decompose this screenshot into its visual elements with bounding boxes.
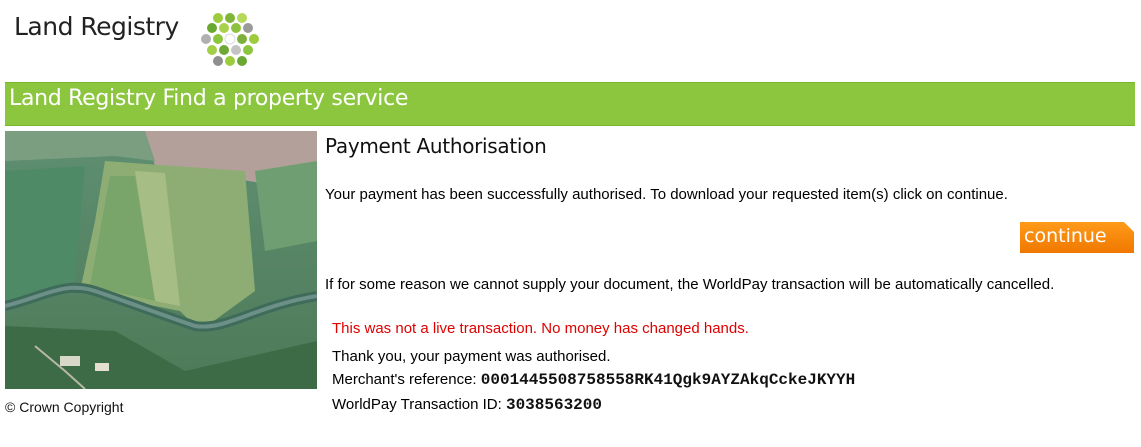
page-title: Payment Authorisation [325, 134, 547, 158]
thank-you-message: Thank you, your payment was authorised. [332, 348, 611, 365]
success-message: Your payment has been successfully autho… [325, 186, 1008, 203]
aerial-landscape-photo-icon [5, 131, 317, 389]
service-banner: Land Registry Find a property service [5, 82, 1135, 126]
hexagon-cluster-logo-icon [201, 13, 259, 66]
cancel-message: If for some reason we cannot supply your… [325, 276, 1055, 293]
transaction-id-label: WorldPay Transaction ID: [332, 396, 506, 413]
merchant-reference-label: Merchant's reference: [332, 371, 481, 388]
transaction-id-value: 3038563200 [505, 396, 602, 414]
button-corner-decoration [1124, 222, 1134, 232]
logo-text: Land Registry [14, 12, 179, 41]
test-transaction-notice: This was not a live transaction. No mone… [332, 320, 749, 337]
copyright-text: © Crown Copyright [5, 399, 124, 415]
banner-title: Land Registry Find a property service [9, 86, 409, 111]
continue-button-label: continue [1024, 225, 1107, 247]
transaction-id-row: WorldPay Transaction ID: 3038563200 [332, 396, 602, 414]
continue-button[interactable]: continue [1020, 222, 1134, 253]
merchant-reference-value: 0001445508758558RK41Qgk9AYZAkqCckeJKYYH [480, 371, 856, 389]
merchant-reference-row: Merchant's reference: 0001445508758558RK… [332, 371, 855, 389]
